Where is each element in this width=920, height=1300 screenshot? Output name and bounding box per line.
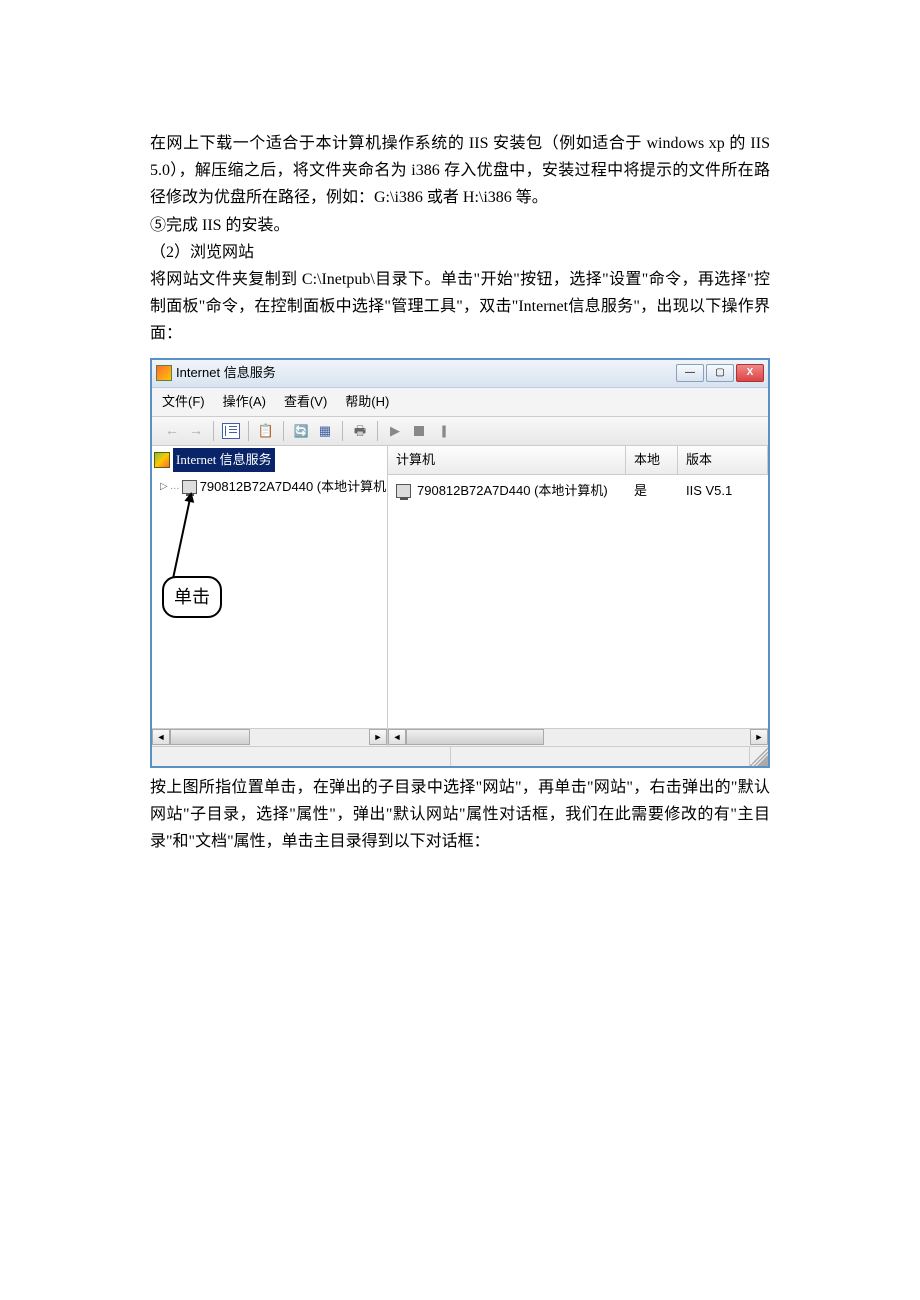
menu-action[interactable]: 操作(A) [223,391,266,413]
list-header: 计算机 本地 版本 [388,446,768,475]
scroll-thumb[interactable] [170,729,250,745]
computer-icon [396,484,411,498]
titlebar[interactable]: Internet 信息服务 — ▢ X [152,360,768,388]
column-version[interactable]: 版本 [678,446,768,474]
annotation-arrow [172,493,192,579]
separator [283,421,284,441]
tree-computer-label: 790812B72A7D440 (本地计算机 [200,476,386,498]
cell-computer: 790812B72A7D440 (本地计算机) [417,480,608,502]
menu-view[interactable]: 查看(V) [284,391,327,413]
menubar: 文件(F) 操作(A) 查看(V) 帮助(H) [152,388,768,417]
column-computer[interactable]: 计算机 [388,446,626,474]
resize-grip[interactable] [750,747,768,766]
scroll-right-button[interactable]: ► [750,729,768,745]
scroll-track[interactable] [406,729,750,745]
scroll-left-button[interactable]: ◄ [152,729,170,745]
list-row[interactable]: 790812B72A7D440 (本地计算机) 是 IIS V5.1 [388,475,768,507]
scroll-left-button[interactable]: ◄ [388,729,406,745]
column-local[interactable]: 本地 [626,446,678,474]
tree-root-label: Internet 信息服务 [173,448,275,472]
paragraph-2: ⑤完成 IIS 的安装。 [150,212,770,239]
paragraph-3: （2）浏览网站 [150,239,770,266]
annotation-label: 单击 [162,576,222,619]
list-pane: 计算机 本地 版本 790812B72A7D440 (本地计算机) 是 IIS … [388,446,768,746]
expand-icon[interactable]: ▷ [160,478,168,495]
window-title: Internet 信息服务 [176,362,276,384]
status-cell [152,747,451,766]
close-button[interactable]: X [736,364,764,382]
status-cell [451,747,750,766]
scroll-thumb[interactable] [406,729,544,745]
menu-help[interactable]: 帮助(H) [345,391,389,413]
right-scrollbar[interactable]: ◄ ► [388,728,768,746]
left-scrollbar[interactable]: ◄ ► [152,728,387,746]
app-icon [156,365,172,381]
tree-pane: Internet 信息服务 ▷ … 790812B72A7D440 (本地计算机… [152,446,388,746]
paragraph-5: 按上图所指位置单击，在弹出的子目录中选择"网站"，再单击"网站"，右击弹出的"默… [150,774,770,856]
scroll-track[interactable] [170,729,369,745]
paragraph-4: 将网站文件夹复制到 C:\Inetpub\目录下。单击"开始"按钮，选择"设置"… [150,266,770,348]
export-button[interactable] [350,421,370,441]
separator [342,421,343,441]
tree-root-node[interactable]: Internet 信息服务 [152,446,387,474]
refresh-button[interactable] [291,421,311,441]
menu-file[interactable]: 文件(F) [162,391,205,413]
forward-button[interactable]: → [186,421,206,441]
separator [377,421,378,441]
maximize-button[interactable]: ▢ [706,364,734,382]
back-button[interactable]: ← [162,421,182,441]
cell-local: 是 [626,477,678,505]
cell-version: IIS V5.1 [678,477,768,505]
iis-icon [154,452,170,468]
paragraph-1: 在网上下载一个适合于本计算机操作系统的 IIS 安装包（例如适合于 window… [150,130,770,212]
pause-button[interactable]: || [433,421,453,441]
separator [248,421,249,441]
list-button[interactable] [315,421,335,441]
properties-button[interactable] [256,421,276,441]
scroll-right-button[interactable]: ► [369,729,387,745]
separator [213,421,214,441]
iis-window: Internet 信息服务 — ▢ X 文件(F) 操作(A) 查看(V) 帮助… [150,358,770,768]
statusbar [152,746,768,766]
content-area: Internet 信息服务 ▷ … 790812B72A7D440 (本地计算机… [152,446,768,746]
stop-button[interactable] [409,421,429,441]
start-button[interactable]: ▶ [385,421,405,441]
toolbar: ← → ▶ || [152,417,768,446]
tree-view-button[interactable] [221,421,241,441]
minimize-button[interactable]: — [676,364,704,382]
